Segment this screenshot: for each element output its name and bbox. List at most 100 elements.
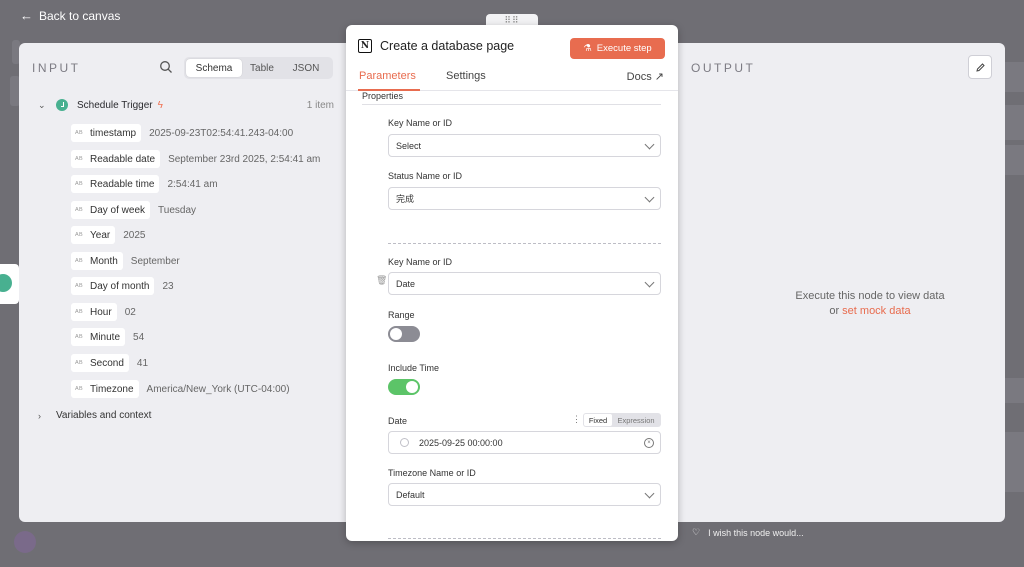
property-divider <box>388 538 661 539</box>
date-label: Date <box>388 416 408 426</box>
parameters-body: Properties Key Name or ID Select Status … <box>346 91 678 541</box>
text-type-icon: AB <box>75 386 83 392</box>
pencil-icon <box>975 62 985 72</box>
chevron-down-icon <box>644 139 655 150</box>
external-link-icon: ↗ <box>654 71 664 83</box>
schema-field[interactable]: AB timestamp 2025-09-23T02:54:41.243-04:0… <box>71 124 293 142</box>
status-name-select[interactable]: 完成 <box>388 187 661 210</box>
schema-field[interactable]: AB Timezone America/New_York (UTC-04:00) <box>71 380 290 398</box>
options-icon[interactable]: ⋮ <box>572 414 581 425</box>
feedback-label: I wish this node would... <box>708 527 804 538</box>
clear-icon[interactable]: × <box>644 438 654 448</box>
field-name: Year <box>90 229 111 241</box>
status-name-value: 完成 <box>396 194 415 204</box>
range-toggle[interactable] <box>388 326 420 342</box>
schema-field[interactable]: AB Year 2025 <box>71 226 145 244</box>
node-title[interactable]: Create a database page <box>380 39 514 53</box>
tab-schema[interactable]: Schema <box>186 59 242 77</box>
arrow-left-icon: ← <box>20 8 33 23</box>
clock-icon <box>56 99 68 111</box>
set-mock-data-link[interactable]: set mock data <box>842 305 910 317</box>
input-title: INPUT <box>32 61 81 75</box>
canvas-node-edge <box>1005 62 1024 92</box>
schema-field[interactable]: AB Readable time 2:54:41 am <box>71 175 218 193</box>
input-panel <box>19 43 346 522</box>
docs-link[interactable]: Docs ↗ <box>627 70 664 83</box>
search-icon[interactable] <box>159 60 173 74</box>
field-value: 54 <box>133 331 145 343</box>
property-divider <box>388 243 661 244</box>
schema-field[interactable]: AB Day of week Tuesday <box>71 201 196 219</box>
field-value: America/New_York (UTC-04:00) <box>146 383 290 395</box>
schema-field[interactable]: AB Month September <box>71 252 180 270</box>
item-count: 1 item <box>306 99 334 111</box>
mode-expression[interactable]: Expression <box>612 414 660 426</box>
key-name-select[interactable]: Select <box>388 134 661 157</box>
back-to-canvas-link[interactable]: ← Back to canvas <box>20 8 120 23</box>
text-type-icon: AB <box>75 283 83 289</box>
schema-field[interactable]: AB Day of month 23 <box>71 277 174 295</box>
trash-icon[interactable]: 🗑 <box>376 275 387 286</box>
chevron-down-icon <box>644 488 655 499</box>
mode-fixed[interactable]: Fixed <box>584 414 612 426</box>
canvas-node-edge <box>1005 432 1024 492</box>
fixed-expression-toggle: Fixed Expression <box>583 413 661 427</box>
avatar[interactable] <box>14 531 36 553</box>
trigger-name: Schedule Trigger <box>77 99 153 111</box>
edit-output-button[interactable] <box>968 55 992 79</box>
date-input[interactable]: 2025-09-25 00:00:00 × <box>388 431 661 454</box>
node-header: N Create a database page <box>358 39 514 53</box>
text-type-icon: AB <box>75 258 83 264</box>
schedule-trigger-row[interactable]: ⌄ Schedule Trigger ϟ 1 item <box>38 97 334 113</box>
lightbulb-icon: ♡ <box>692 527 701 537</box>
tab-table[interactable]: Table <box>242 59 282 77</box>
field-name: Readable date <box>90 153 156 165</box>
status-name-label: Status Name or ID <box>388 171 463 181</box>
field-value: Tuesday <box>158 204 197 216</box>
field-value: 2025-09-23T02:54:41.243-04:00 <box>149 127 294 139</box>
tab-parameters[interactable]: Parameters <box>359 70 416 82</box>
divider <box>362 104 661 105</box>
calendar-icon <box>400 438 409 447</box>
tab-settings[interactable]: Settings <box>446 70 486 82</box>
output-or: or <box>829 305 840 317</box>
field-name: Day of month <box>90 280 150 292</box>
clock-icon <box>0 274 12 292</box>
key-name-select[interactable]: Date <box>388 272 661 295</box>
node-settings-panel: N Create a database page ⚗ Execute step … <box>346 25 678 541</box>
field-value: September 23rd 2025, 2:54:41 am <box>168 153 321 165</box>
schema-field[interactable]: AB Hour 02 <box>71 303 136 321</box>
variables-and-context-row[interactable]: › Variables and context <box>38 410 151 421</box>
trigger-node-tab[interactable] <box>0 264 19 304</box>
range-label: Range <box>388 310 415 320</box>
field-name: Hour <box>90 306 112 318</box>
field-value: 2025 <box>123 229 146 241</box>
schema-field[interactable]: AB Minute 54 <box>71 328 144 346</box>
node-tabs: Parameters Settings Docs ↗ <box>346 69 678 91</box>
schema-field[interactable]: AB Readable date September 23rd 2025, 2:5… <box>71 150 320 168</box>
tab-json[interactable]: JSON <box>282 59 330 77</box>
text-type-icon: AB <box>75 232 83 238</box>
output-title: OUTPUT <box>691 61 756 75</box>
schema-field[interactable]: AB Second 41 <box>71 354 148 372</box>
canvas-node-edge <box>1005 378 1024 403</box>
text-type-icon: AB <box>75 334 83 340</box>
text-type-icon: AB <box>75 309 83 315</box>
key-name-label: Key Name or ID <box>388 257 453 267</box>
feedback-link[interactable]: ♡ I wish this node would... <box>692 527 804 538</box>
execute-step-button[interactable]: ⚗ Execute step <box>570 38 665 59</box>
field-name: Minute <box>90 331 121 343</box>
text-type-icon: AB <box>75 207 83 213</box>
date-value: 2025-09-25 00:00:00 <box>419 437 503 448</box>
back-to-canvas-label: Back to canvas <box>39 8 121 23</box>
text-type-icon: AB <box>75 181 83 187</box>
timezone-select[interactable]: Default <box>388 483 661 506</box>
field-value: 2:54:41 am <box>167 178 218 190</box>
output-empty-message: Execute this node to view data or set mo… <box>700 289 1024 319</box>
text-type-icon: AB <box>75 130 83 136</box>
include-time-toggle[interactable] <box>388 379 420 395</box>
field-value: 02 <box>124 306 136 318</box>
chevron-down-icon <box>644 192 655 203</box>
canvas-node-edge <box>1005 105 1024 140</box>
field-value: September <box>130 255 180 267</box>
